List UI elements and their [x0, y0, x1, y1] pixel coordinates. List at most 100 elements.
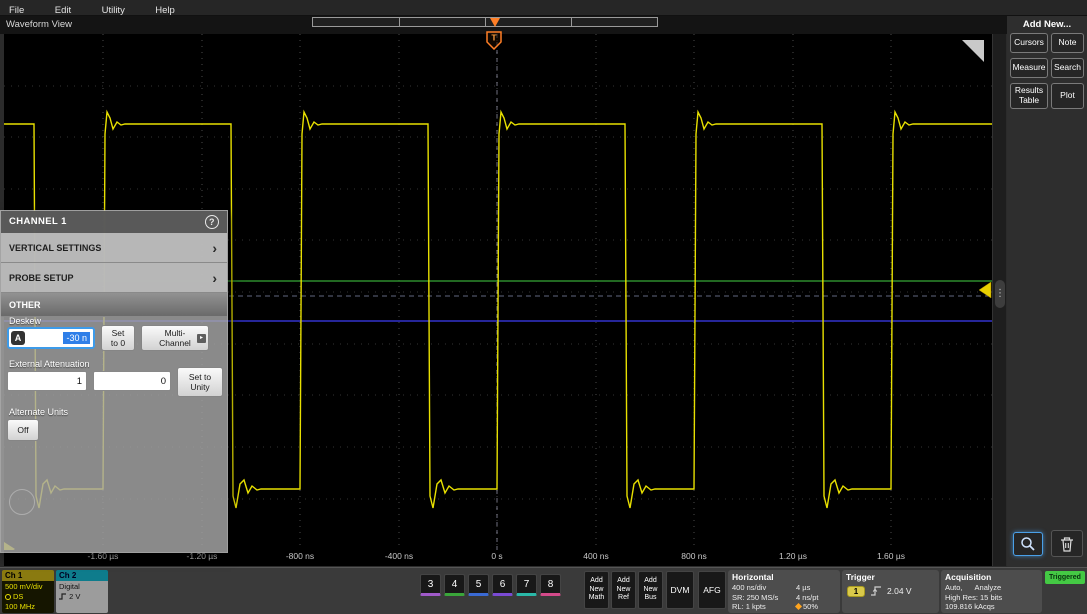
- menu-file[interactable]: File: [9, 3, 24, 16]
- axis-label: -800 ns: [270, 551, 330, 561]
- horizontal-position: 50%: [796, 602, 840, 612]
- horizontal-title: Horizontal: [732, 572, 840, 582]
- channel-4-button[interactable]: 4: [444, 574, 465, 596]
- other-row[interactable]: OTHER: [1, 293, 227, 317]
- channel-3-button[interactable]: 3: [420, 574, 441, 596]
- set-to-zero-label-2: to 0: [111, 338, 125, 348]
- dialog-ghost-circle: [9, 489, 35, 515]
- trigger-flag-icon: T: [486, 31, 502, 50]
- cursors-button[interactable]: Cursors: [1010, 33, 1048, 53]
- status-bar: Ch 1 500 mV/div DS 100 MHz Ch 2 Digital …: [0, 567, 1087, 614]
- add-new-ref-button[interactable]: Add New Ref: [611, 571, 636, 609]
- dvm-button[interactable]: DVM: [666, 571, 694, 609]
- multi-channel-label-2: Channel: [159, 338, 191, 348]
- deskew-input[interactable]: A -30 n: [7, 327, 95, 349]
- zoom-button[interactable]: [1013, 532, 1043, 556]
- add-ref-l1: Add: [617, 577, 629, 586]
- resolution: 4 ns/pt: [796, 593, 840, 603]
- attenuation-db-input[interactable]: [93, 371, 171, 391]
- measure-button[interactable]: Measure: [1010, 58, 1048, 78]
- afg-button[interactable]: AFG: [698, 571, 726, 609]
- channel-7-button[interactable]: 7: [516, 574, 537, 596]
- acquisition-values: Auto,Analyze High Res: 15 bits 109.816 k…: [941, 583, 1042, 612]
- trigger-panel[interactable]: Trigger 1 2.04 V: [842, 570, 939, 613]
- channel-8-button[interactable]: 8: [540, 574, 561, 596]
- set-to-unity-button[interactable]: Set to Unity: [177, 367, 223, 397]
- add-bus-l2: New: [643, 586, 657, 595]
- alternate-units-toggle[interactable]: Off: [7, 419, 39, 441]
- menu-bar: File Edit Utility Help: [0, 0, 1087, 16]
- menu-edit[interactable]: Edit: [55, 3, 71, 16]
- record-length: RL: 1 kpts: [732, 602, 796, 612]
- search-button[interactable]: Search: [1051, 58, 1084, 78]
- plot-button[interactable]: Plot: [1051, 83, 1084, 109]
- draw-zoom-handle[interactable]: [962, 40, 984, 62]
- add-bus-l1: Add: [644, 577, 656, 586]
- waveform-view-header: Waveform View: [0, 16, 1007, 34]
- attenuation-ratio-input[interactable]: [7, 371, 87, 391]
- trash-icon: [1059, 535, 1075, 553]
- multi-channel-button[interactable]: Multi- Channel ▸: [141, 325, 209, 351]
- note-button[interactable]: Note: [1051, 33, 1084, 53]
- chevron-right-icon: ›: [212, 233, 217, 263]
- knob-a-badge: A: [11, 331, 25, 345]
- other-label: OTHER: [9, 300, 41, 310]
- add-ref-l3: Ref: [618, 594, 629, 603]
- ch2-threshold: 2 V: [69, 592, 80, 601]
- chevron-right-icon: ›: [212, 263, 217, 293]
- plot-scrollbar[interactable]: ⋮: [992, 34, 1006, 566]
- acquisition-mode-row: Auto,Analyze: [945, 583, 1042, 593]
- probe-setup-row[interactable]: PROBE SETUP ›: [1, 263, 227, 293]
- horizontal-window: 4 µs: [796, 583, 840, 593]
- scrollbar-handle[interactable]: ⋮: [995, 280, 1005, 308]
- add-bus-l3: Bus: [644, 594, 656, 603]
- horizontal-scale: 400 ns/div: [732, 583, 796, 593]
- sample-rate: SR: 250 MS/s: [732, 593, 796, 603]
- magnifier-icon: [1020, 536, 1036, 552]
- menu-utility[interactable]: Utility: [102, 3, 125, 16]
- set-to-unity-label-1: Set to: [189, 372, 211, 382]
- results-table-button[interactable]: Results Table: [1010, 83, 1048, 109]
- add-new-panel: Add New... Cursors Note Measure Search R…: [1007, 16, 1087, 567]
- acquisition-panel[interactable]: Acquisition Auto,Analyze High Res: 15 bi…: [941, 570, 1042, 613]
- delete-button[interactable]: [1051, 530, 1083, 557]
- acquisition-count: 109.816 kAcqs: [945, 602, 1042, 612]
- trigger-values: 1 2.04 V: [842, 585, 939, 597]
- add-new-bus-button[interactable]: Add New Bus: [638, 571, 663, 609]
- axis-label: 800 ns: [664, 551, 724, 561]
- channel-5-button[interactable]: 5: [468, 574, 489, 596]
- trigger-level: 2.04 V: [887, 586, 912, 596]
- vertical-settings-row[interactable]: VERTICAL SETTINGS ›: [1, 233, 227, 263]
- trigger-position-flag[interactable]: T: [486, 31, 502, 50]
- ch1-probe-row: DS: [5, 592, 54, 602]
- ch2-threshold-row: 2 V: [59, 592, 108, 602]
- trigger-title: Trigger: [846, 572, 939, 582]
- external-attenuation-label: External Attenuation: [9, 359, 90, 369]
- ch1-badge[interactable]: Ch 1 500 mV/div DS 100 MHz: [2, 570, 54, 613]
- axis-label: 400 ns: [566, 551, 626, 561]
- add-new-math-button[interactable]: Add New Math: [584, 571, 609, 609]
- horizontal-values: 400 ns/div 4 µs SR: 250 MS/s 4 ns/pt RL:…: [728, 583, 840, 612]
- channel-6-button[interactable]: 6: [492, 574, 513, 596]
- timeline-overview[interactable]: [312, 17, 658, 27]
- add-math-l2: New: [589, 586, 603, 595]
- dialog-title: CHANNEL 1: [9, 216, 67, 227]
- acquisition-mode: Auto,: [945, 583, 963, 592]
- threshold-icon: [59, 593, 67, 600]
- set-to-unity-label-2: Unity: [190, 382, 209, 392]
- help-icon[interactable]: ?: [205, 215, 219, 229]
- ch2-label: Ch 2: [56, 570, 108, 581]
- vertical-settings-label: VERTICAL SETTINGS: [9, 243, 101, 253]
- probe-setup-label: PROBE SETUP: [9, 273, 74, 283]
- add-math-l3: Math: [589, 594, 605, 603]
- ch2-badge[interactable]: Ch 2 Digital 2 V: [56, 570, 108, 613]
- deskew-value[interactable]: -30 n: [63, 332, 90, 344]
- trigger-source-badge: 1: [847, 586, 865, 597]
- trigger-position-overview-marker[interactable]: [490, 18, 500, 27]
- multi-channel-label-1: Multi-: [165, 328, 186, 338]
- probe-icon: [5, 594, 11, 600]
- set-to-zero-button[interactable]: Set to 0: [101, 325, 135, 351]
- menu-help[interactable]: Help: [155, 3, 175, 16]
- dialog-title-bar[interactable]: CHANNEL 1 ?: [1, 211, 227, 233]
- horizontal-panel[interactable]: Horizontal 400 ns/div 4 µs SR: 250 MS/s …: [728, 570, 840, 613]
